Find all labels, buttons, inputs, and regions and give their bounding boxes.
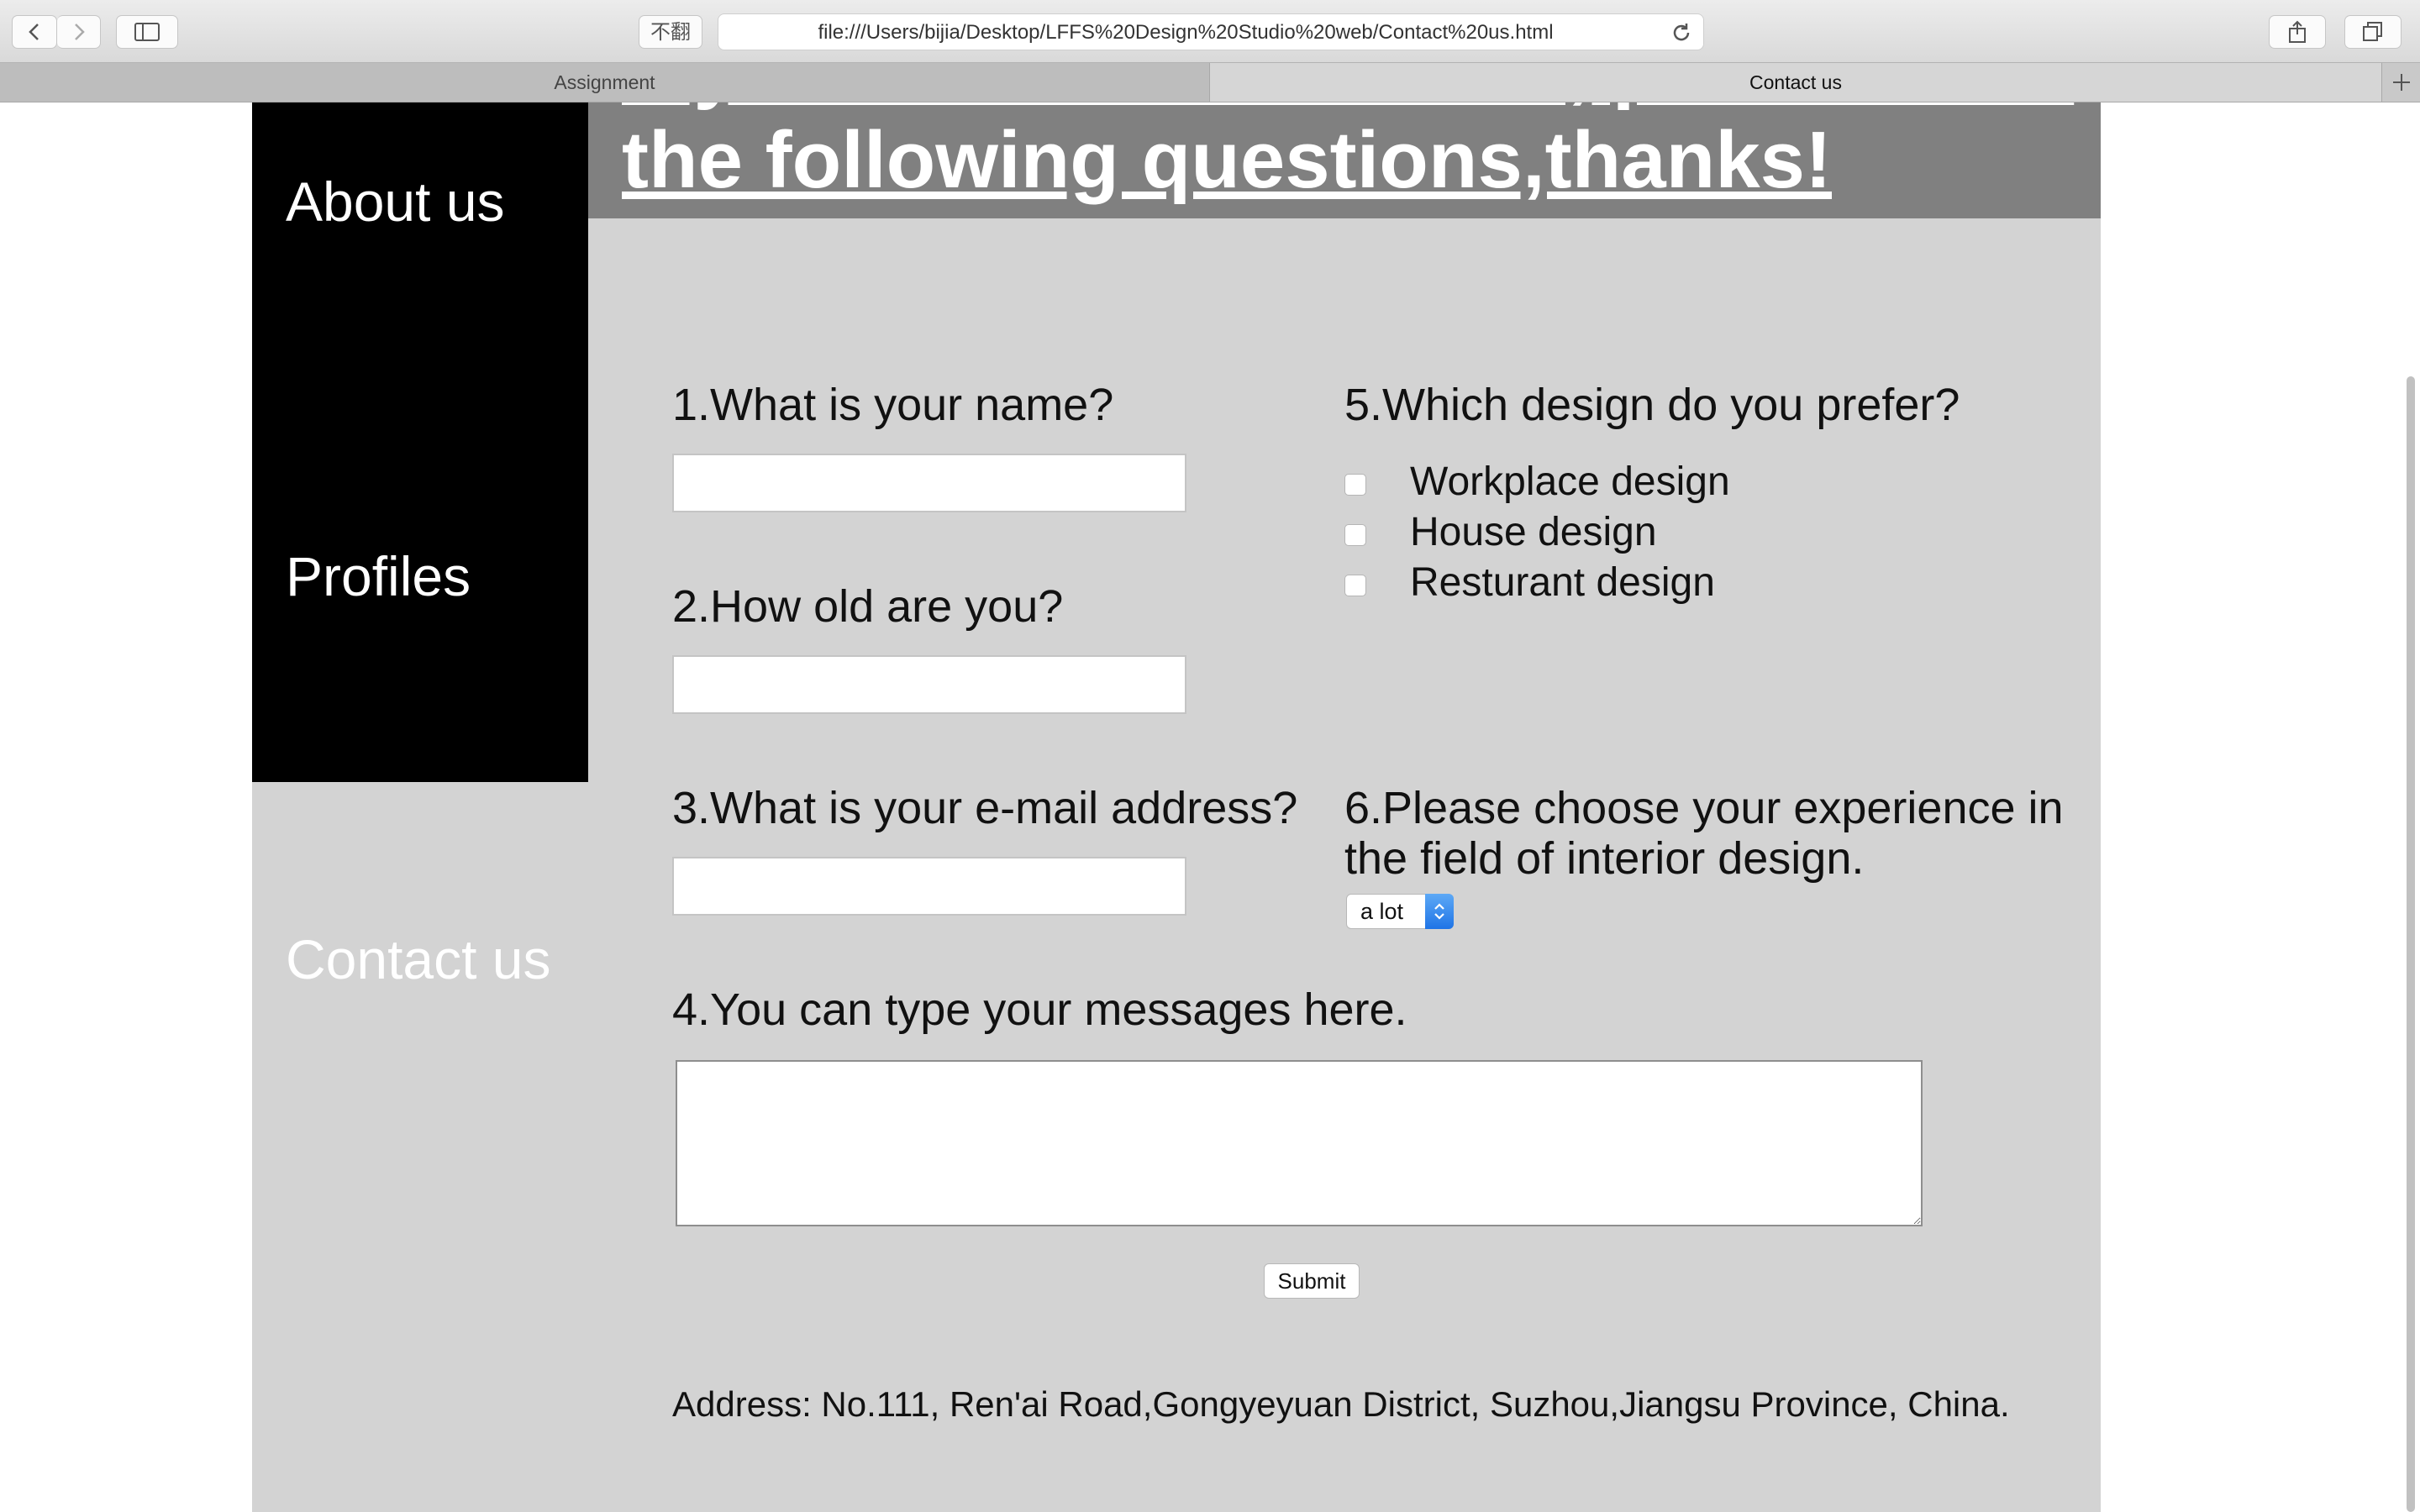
experience-select-value: a lot xyxy=(1360,899,1404,924)
translate-extension-button[interactable]: 不翻 xyxy=(639,15,702,49)
question-email-label: 3.What is your e-mail address? xyxy=(672,783,1298,833)
nav-about-us[interactable]: About us xyxy=(286,170,505,234)
message-textarea[interactable] xyxy=(676,1060,1923,1226)
question-message-label: 4.You can type your messages here. xyxy=(672,984,1407,1035)
forward-button[interactable] xyxy=(57,15,101,49)
address-bar[interactable]: file:///Users/bijia/Desktop/LFFS%20Desig… xyxy=(718,13,1704,50)
page-scrollbar[interactable] xyxy=(2407,376,2415,1512)
question-design-label: 5.Which design do you prefer? xyxy=(1344,380,1960,430)
house-design-checkbox[interactable] xyxy=(1344,524,1366,546)
page-viewport: About us Profiles Contact us If you want… xyxy=(0,102,2420,1512)
chevron-left-icon xyxy=(29,24,39,40)
tab-strip: Assignment Contact us xyxy=(0,62,2420,102)
workplace-design-checkbox[interactable] xyxy=(1344,474,1366,496)
share-icon xyxy=(2289,20,2306,43)
header-line-1: If you want to contact us, please fill i… xyxy=(622,102,2101,113)
workplace-design-label: Workplace design xyxy=(1410,459,1730,504)
plus-icon xyxy=(2393,74,2410,91)
footer-address: Address: No.111, Ren'ai Road,Gongyeyuan … xyxy=(672,1384,2010,1424)
nav-contact-us[interactable]: Contact us xyxy=(286,927,551,991)
reload-icon[interactable] xyxy=(1670,21,1693,45)
share-button[interactable] xyxy=(2269,15,2326,49)
experience-select[interactable]: a lot xyxy=(1346,894,1454,929)
tabs-icon xyxy=(2363,22,2382,41)
tabs-overview-button[interactable] xyxy=(2344,15,2402,49)
sidebar-toggle-button[interactable] xyxy=(116,15,178,49)
page-content: About us Profiles Contact us If you want… xyxy=(252,102,2101,1512)
new-tab-button[interactable] xyxy=(2381,63,2420,102)
question-name-label: 1.What is your name? xyxy=(672,380,1114,430)
name-input[interactable] xyxy=(672,454,1186,512)
back-button[interactable] xyxy=(12,15,57,49)
header-link[interactable]: If you want to contact us, please fill i… xyxy=(622,102,2101,218)
question-experience-label: 6.Please choose your experience in the f… xyxy=(1344,783,2064,884)
tab-contact-us[interactable]: Contact us xyxy=(1210,63,2381,102)
tab-assignment[interactable]: Assignment xyxy=(0,63,1210,102)
page-header: If you want to contact us, please fill i… xyxy=(588,102,2101,218)
email-input[interactable] xyxy=(672,857,1186,916)
select-arrows-icon xyxy=(1425,894,1454,929)
resturant-design-label: Resturant design xyxy=(1410,560,1715,605)
sidebar-icon xyxy=(134,23,160,41)
submit-button[interactable]: Submit xyxy=(1264,1263,1360,1299)
nav-profiles[interactable]: Profiles xyxy=(286,544,471,608)
resturant-design-checkbox[interactable] xyxy=(1344,575,1366,596)
header-line-2: the following questions,thanks! xyxy=(622,115,1832,205)
browser-toolbar: 不翻 file:///Users/bijia/Desktop/LFFS%20De… xyxy=(0,0,2420,62)
house-design-label: House design xyxy=(1410,510,1657,554)
url-text: file:///Users/bijia/Desktop/LFFS%20Desig… xyxy=(818,21,1554,44)
chevron-right-icon xyxy=(74,24,85,40)
translate-extension-label: 不翻 xyxy=(650,20,691,44)
question-age-label: 2.How old are you? xyxy=(672,581,1064,632)
age-input[interactable] xyxy=(672,655,1186,714)
